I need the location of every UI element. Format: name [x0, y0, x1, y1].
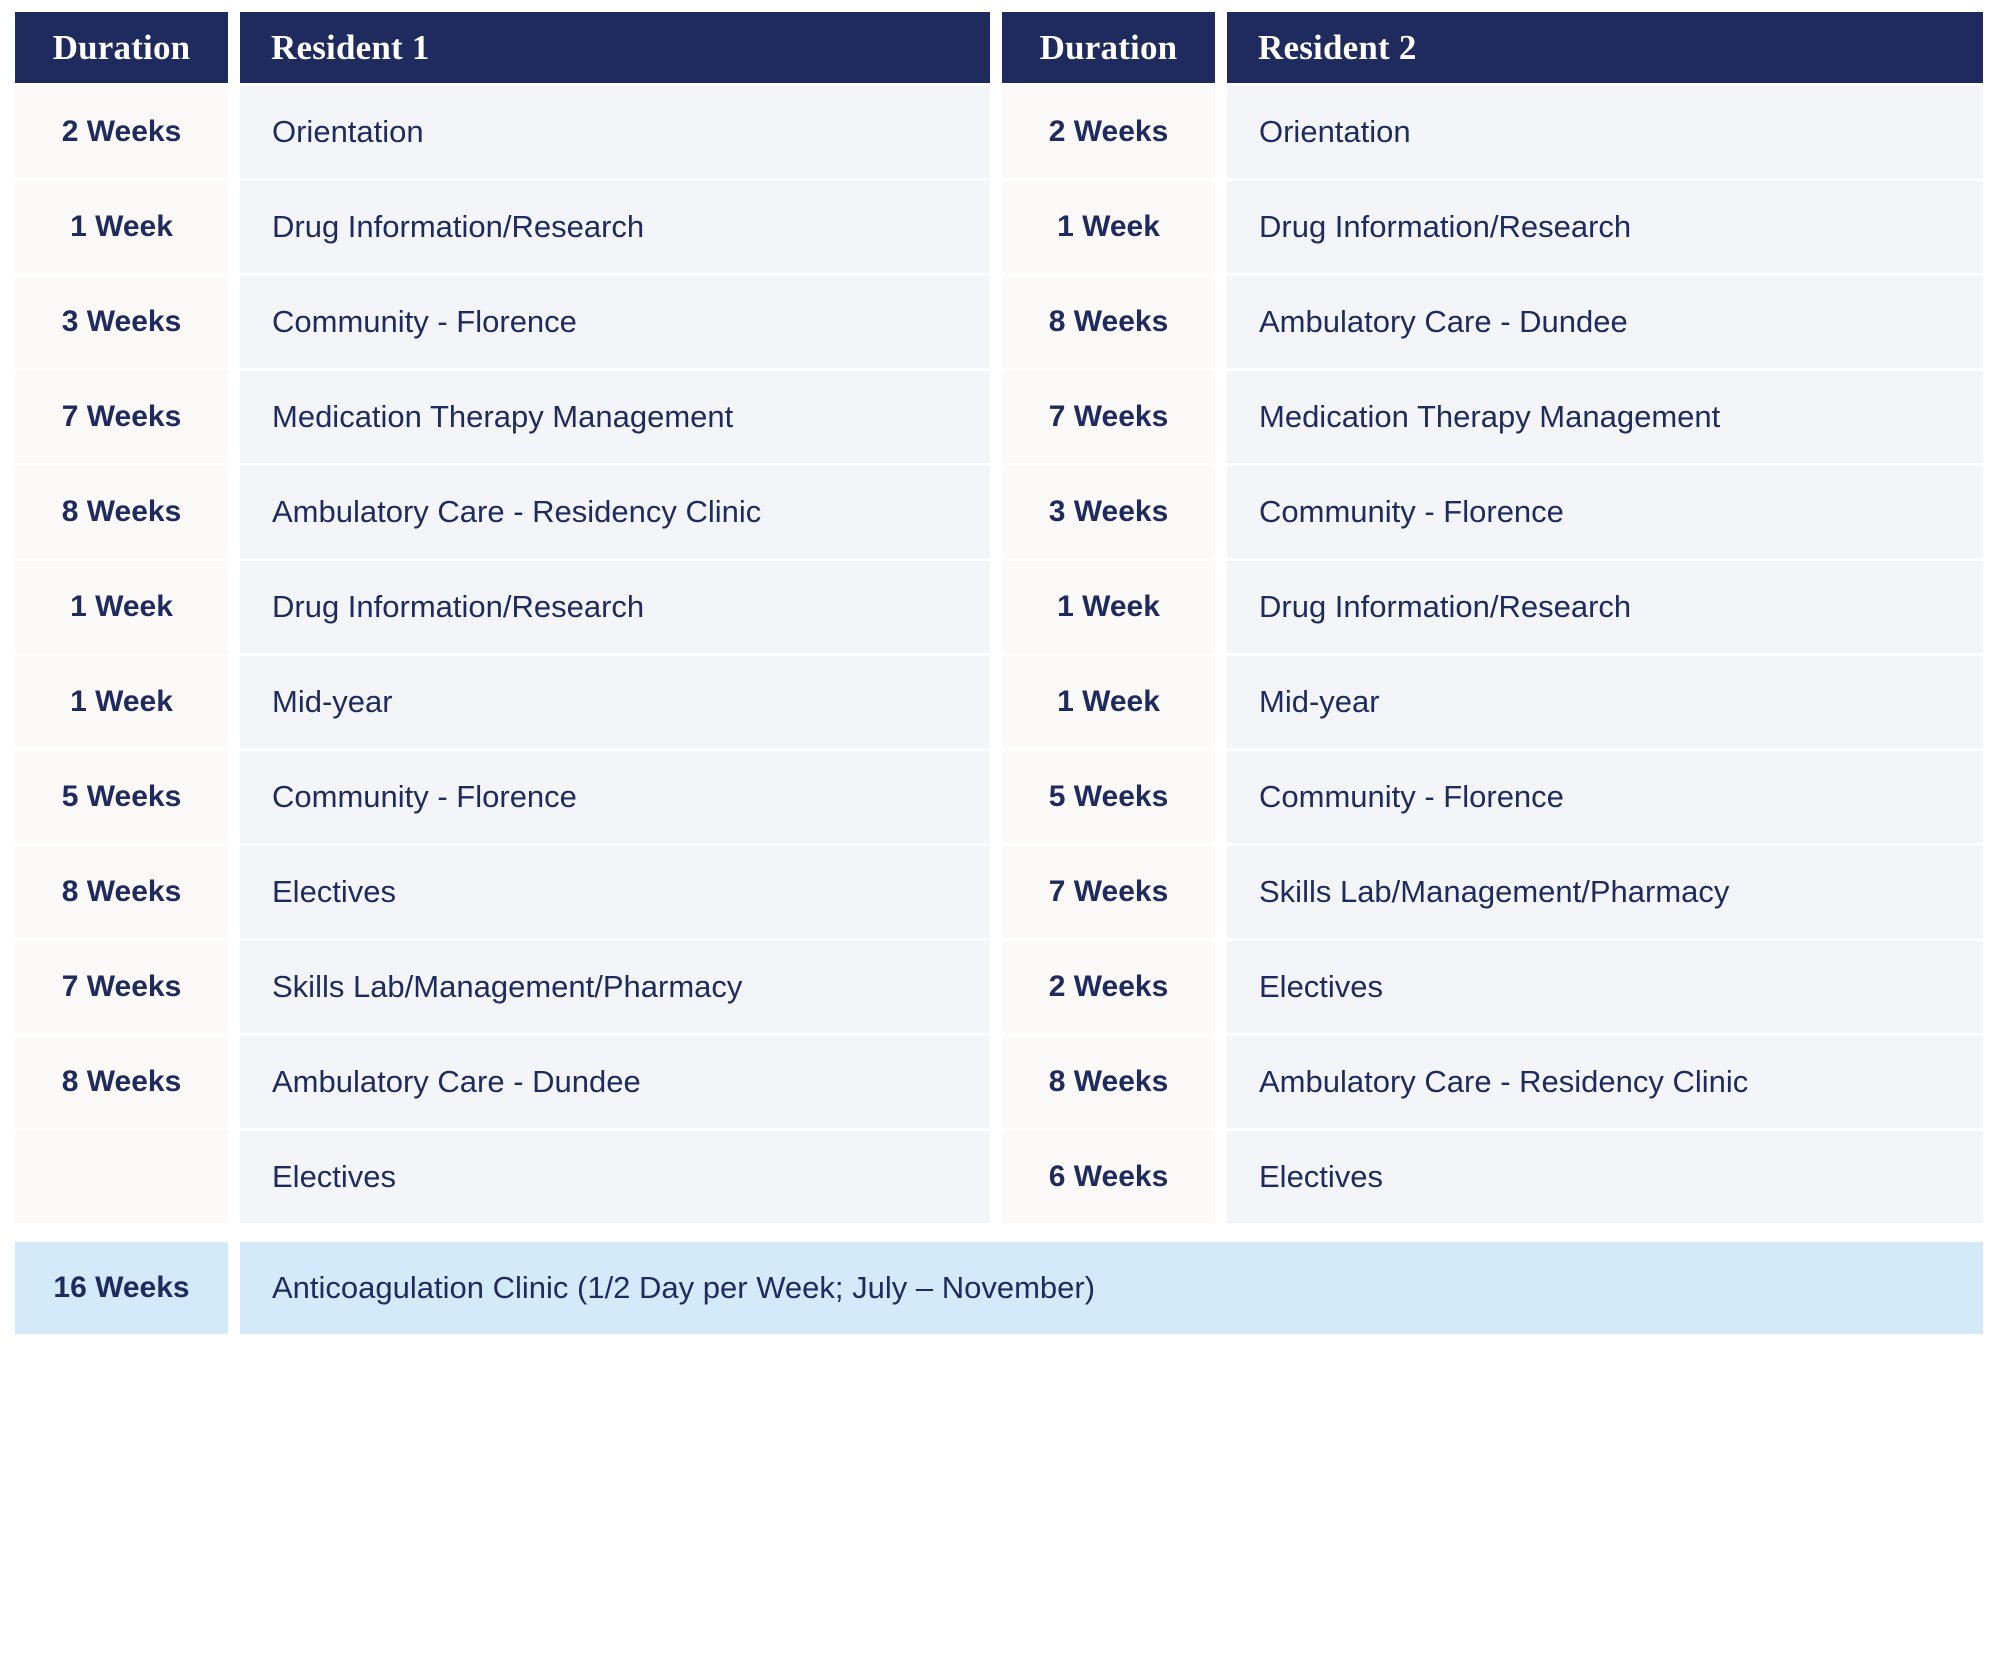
resident-2-cells: 1 Week Mid-year [1002, 656, 1983, 748]
table-row: Electives 6 Weeks Electives [15, 1131, 1983, 1223]
cell-rotation-resident-2: Electives [1227, 941, 1983, 1033]
cell-rotation-resident-2: Electives [1227, 1131, 1983, 1223]
cell-duration-resident-2: 8 Weeks [1002, 276, 1215, 368]
cell-rotation-resident-1: Medication Therapy Management [240, 371, 990, 463]
table-row: 1 Week Drug Information/Research 1 Week Dru… [15, 561, 1983, 653]
cell-rotation-resident-1: Drug Information/Research [240, 181, 990, 273]
cell-duration-resident-2: 5 Weeks [1002, 751, 1215, 843]
header-resident-1: Resident 1 [240, 12, 990, 83]
header-duration-left: Duration [15, 12, 228, 83]
table-row: 5 Weeks Community - Florence 5 Weeks Commun… [15, 751, 1983, 843]
table-body: 2 Weeks Orientation 2 Weeks Orientation 1 We… [15, 86, 1983, 1223]
cell-rotation-resident-1: Community - Florence [240, 751, 990, 843]
table-row: 7 Weeks Medication Therapy Management 7 We… [15, 371, 1983, 463]
anticoagulation-clinic-row: 16 Weeks Anticoagulation Clinic (1/2 Day… [15, 1242, 1983, 1334]
cell-rotation-resident-2: Community - Florence [1227, 466, 1983, 558]
resident-2-cells: 6 Weeks Electives [1002, 1131, 1983, 1223]
cell-rotation-resident-2: Drug Information/Research [1227, 181, 1983, 273]
cell-rotation-resident-1: Orientation [240, 86, 990, 178]
footer-rotation: Anticoagulation Clinic (1/2 Day per Week… [240, 1242, 1983, 1334]
table-row: 7 Weeks Skills Lab/Management/Pharmacy 2 W… [15, 941, 1983, 1033]
cell-duration-resident-1: 1 Week [15, 181, 228, 273]
cell-duration-resident-1: 5 Weeks [15, 751, 228, 843]
resident-2-cells: 3 Weeks Community - Florence [1002, 466, 1983, 558]
cell-duration-resident-2: 3 Weeks [1002, 466, 1215, 558]
cell-rotation-resident-2: Ambulatory Care - Residency Clinic [1227, 1036, 1983, 1128]
resident-2-cells: 1 Week Drug Information/Research [1002, 561, 1983, 653]
cell-duration-resident-2: 1 Week [1002, 656, 1215, 748]
resident-1-cells: 1 Week Mid-year [15, 656, 990, 748]
resident-1-cells: 8 Weeks Ambulatory Care - Dundee [15, 1036, 990, 1128]
cell-duration-resident-1: 8 Weeks [15, 846, 228, 938]
cell-rotation-resident-1: Drug Information/Research [240, 561, 990, 653]
cell-duration-resident-1: 8 Weeks [15, 466, 228, 558]
cell-duration-resident-2: 6 Weeks [1002, 1131, 1215, 1223]
resident-1-cells: 8 Weeks Ambulatory Care - Residency Clini… [15, 466, 990, 558]
resident-2-cells: 2 Weeks Electives [1002, 941, 1983, 1033]
table-row: 3 Weeks Community - Florence 8 Weeks Ambula… [15, 276, 1983, 368]
cell-rotation-resident-2: Community - Florence [1227, 751, 1983, 843]
resident-2-cells: 7 Weeks Medication Therapy Management [1002, 371, 1983, 463]
cell-rotation-resident-1: Electives [240, 1131, 990, 1223]
resident-1-cells: 1 Week Drug Information/Research [15, 181, 990, 273]
cell-duration-resident-1: 7 Weeks [15, 941, 228, 1033]
cell-rotation-resident-2: Orientation [1227, 86, 1983, 178]
resident-2-cells: 2 Weeks Orientation [1002, 86, 1983, 178]
table-row: 8 Weeks Ambulatory Care - Dundee 8 Weeks Am… [15, 1036, 1983, 1128]
cell-duration-resident-1: 7 Weeks [15, 371, 228, 463]
cell-rotation-resident-1: Community - Florence [240, 276, 990, 368]
resident-1-cells: 7 Weeks Medication Therapy Management [15, 371, 990, 463]
cell-duration-resident-1: 2 Weeks [15, 86, 228, 178]
cell-rotation-resident-1: Mid-year [240, 656, 990, 748]
resident-1-cells: 7 Weeks Skills Lab/Management/Pharmacy [15, 941, 990, 1033]
resident-1-cells: Electives [15, 1131, 990, 1223]
cell-duration-resident-2: 7 Weeks [1002, 846, 1215, 938]
cell-rotation-resident-2: Ambulatory Care - Dundee [1227, 276, 1983, 368]
resident-2-cells: 1 Week Drug Information/Research [1002, 181, 1983, 273]
table-row: 1 Week Drug Information/Research 1 Week Dru… [15, 181, 1983, 273]
table-row: 8 Weeks Electives 7 Weeks Skills Lab/Manage… [15, 846, 1983, 938]
rotation-schedule-table: Duration Resident 1 Duration Resident 2 … [0, 0, 2000, 1660]
resident-1-cells: 8 Weeks Electives [15, 846, 990, 938]
cell-rotation-resident-1: Skills Lab/Management/Pharmacy [240, 941, 990, 1033]
resident-2-cells: 5 Weeks Community - Florence [1002, 751, 1983, 843]
cell-duration-resident-2: 2 Weeks [1002, 86, 1215, 178]
table-row: 2 Weeks Orientation 2 Weeks Orientation [15, 86, 1983, 178]
resident-1-cells: 3 Weeks Community - Florence [15, 276, 990, 368]
resident-2-cells: 8 Weeks Ambulatory Care - Residency Clini… [1002, 1036, 1983, 1128]
cell-rotation-resident-1: Ambulatory Care - Dundee [240, 1036, 990, 1128]
resident-1-cells: 2 Weeks Orientation [15, 86, 990, 178]
cell-duration-resident-1: 1 Week [15, 656, 228, 748]
cell-rotation-resident-2: Medication Therapy Management [1227, 371, 1983, 463]
resident-1-cells: 1 Week Drug Information/Research [15, 561, 990, 653]
resident-2-cells: 8 Weeks Ambulatory Care - Dundee [1002, 276, 1983, 368]
table-row: 1 Week Mid-year 1 Week Mid-year [15, 656, 1983, 748]
cell-rotation-resident-2: Skills Lab/Management/Pharmacy [1227, 846, 1983, 938]
cell-rotation-resident-1: Electives [240, 846, 990, 938]
cell-duration-resident-2: 2 Weeks [1002, 941, 1215, 1033]
resident-1-cells: 5 Weeks Community - Florence [15, 751, 990, 843]
table-header-row: Duration Resident 1 Duration Resident 2 [15, 12, 1983, 83]
table-row: 8 Weeks Ambulatory Care - Residency Clini… [15, 466, 1983, 558]
cell-rotation-resident-2: Mid-year [1227, 656, 1983, 748]
resident-1-header-group: Duration Resident 1 [15, 12, 990, 83]
footer-duration: 16 Weeks [15, 1242, 228, 1334]
cell-duration-resident-1: 8 Weeks [15, 1036, 228, 1128]
cell-duration-resident-2: 8 Weeks [1002, 1036, 1215, 1128]
resident-2-header-group: Duration Resident 2 [1002, 12, 1983, 83]
cell-duration-resident-2: 7 Weeks [1002, 371, 1215, 463]
cell-rotation-resident-2: Drug Information/Research [1227, 561, 1983, 653]
cell-duration-resident-1: 3 Weeks [15, 276, 228, 368]
header-duration-right: Duration [1002, 12, 1215, 83]
cell-duration-resident-1 [15, 1131, 228, 1223]
resident-2-cells: 7 Weeks Skills Lab/Management/Pharmacy [1002, 846, 1983, 938]
cell-duration-resident-2: 1 Week [1002, 181, 1215, 273]
cell-rotation-resident-1: Ambulatory Care - Residency Clinic [240, 466, 990, 558]
header-resident-2: Resident 2 [1227, 12, 1983, 83]
cell-duration-resident-1: 1 Week [15, 561, 228, 653]
cell-duration-resident-2: 1 Week [1002, 561, 1215, 653]
